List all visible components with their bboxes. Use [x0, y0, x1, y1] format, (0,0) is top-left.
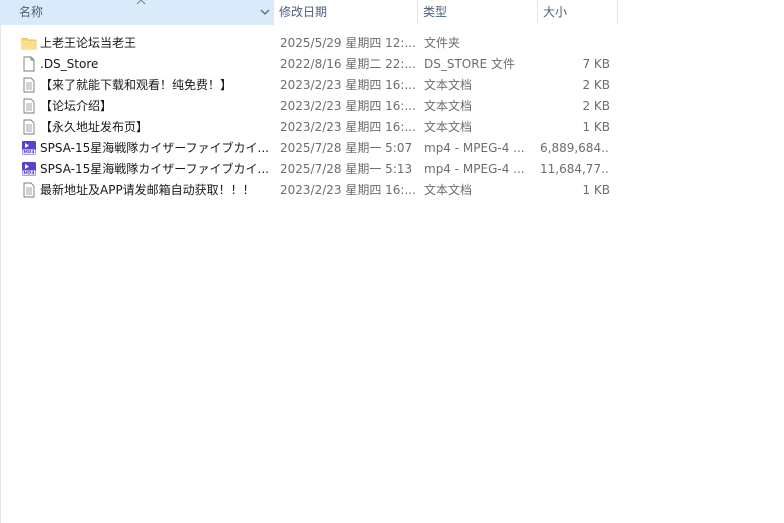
svg-text:MP4: MP4 [23, 171, 34, 177]
file-size: 2 KB [582, 78, 610, 92]
file-row[interactable]: 最新地址及APP请发邮箱自动获取！！！ 2023/2/23 星期四 16:...… [0, 180, 784, 201]
file-name: .DS_Store [40, 57, 99, 71]
file-size: 2 KB [582, 99, 610, 113]
file-name: 最新地址及APP请发邮箱自动获取！！！ [40, 183, 255, 197]
file-name: SPSA-15星海戦隊カイザーファイブカイ... [40, 162, 269, 176]
file-size: 1 KB [582, 120, 610, 134]
sort-ascending-icon [136, 0, 146, 5]
file-date: 2023/2/23 星期四 16:... [280, 99, 415, 113]
file-date: 2023/2/23 星期四 16:... [280, 120, 415, 134]
file-type: 文本文档 [424, 183, 473, 197]
file-date: 2025/5/29 星期四 12:... [280, 36, 415, 50]
file-size: 11,684,77... [540, 162, 610, 176]
file-type: 文本文档 [424, 120, 473, 134]
file-name: 【论坛介绍】 [40, 99, 113, 113]
file-type: 文件夹 [424, 36, 461, 50]
file-date: 2023/2/23 星期四 16:... [280, 78, 415, 92]
file-date: 2025/7/28 星期一 5:13 [280, 162, 413, 176]
svg-text:MP4: MP4 [23, 150, 34, 156]
file-row[interactable]: 【论坛介绍】 2023/2/23 星期四 16:... 文本文档 2 KB [0, 96, 784, 117]
column-header-bar: 名称 修改日期 类型 大小 [0, 0, 784, 25]
column-header-date-label: 修改日期 [279, 5, 328, 19]
file-date: 2025/7/28 星期一 5:07 [280, 141, 413, 155]
column-header-name-label: 名称 [19, 5, 44, 19]
column-header-type[interactable]: 类型 [418, 0, 538, 25]
mp4-file-icon: MP4 [22, 141, 36, 156]
file-row[interactable]: .DS_Store 2022/8/16 星期二 22:... DS_STORE … [0, 54, 784, 75]
chevron-down-icon[interactable] [259, 6, 271, 18]
column-header-name[interactable]: 名称 [0, 0, 274, 25]
folder-icon [21, 38, 37, 50]
blank-file-icon [23, 56, 35, 72]
file-date: 2023/2/23 星期四 16:... [280, 183, 415, 197]
mp4-file-icon: MP4 [22, 162, 36, 177]
file-type: mp4 - MPEG-4 ... [424, 162, 525, 176]
file-row[interactable]: 【永久地址发布页】 2023/2/23 星期四 16:... 文本文档 1 KB [0, 117, 784, 138]
file-type: 文本文档 [424, 78, 473, 92]
file-type: mp4 - MPEG-4 ... [424, 141, 525, 155]
file-list: 上老王论坛当老王 2025/5/29 星期四 12:... 文件夹 .DS_St… [0, 33, 784, 201]
file-size: 1 KB [582, 183, 610, 197]
file-name: 上老王论坛当老王 [40, 36, 137, 50]
text-file-icon [23, 182, 35, 198]
file-type: DS_STORE 文件 [424, 57, 515, 71]
text-file-icon [23, 119, 35, 135]
file-size: 7 KB [582, 57, 610, 71]
file-row[interactable]: MP4 SPSA-15星海戦隊カイザーファイブカイ... 2025/7/28 星… [0, 138, 784, 159]
file-type: 文本文档 [424, 99, 473, 113]
column-header-size-label: 大小 [543, 5, 568, 19]
file-row[interactable]: 【来了就能下载和观看！纯免费！】 2023/2/23 星期四 16:... 文本… [0, 75, 784, 96]
file-date: 2022/8/16 星期二 22:... [280, 57, 415, 71]
file-name: 【永久地址发布页】 [40, 120, 149, 134]
column-header-date[interactable]: 修改日期 [274, 0, 418, 25]
file-size: 6,889,684... [540, 141, 610, 155]
text-file-icon [23, 98, 35, 114]
column-header-size[interactable]: 大小 [538, 0, 618, 25]
file-row[interactable]: 上老王论坛当老王 2025/5/29 星期四 12:... 文件夹 [0, 33, 784, 54]
file-row[interactable]: MP4 SPSA-15星海戦隊カイザーファイブカイ... 2025/7/28 星… [0, 159, 784, 180]
column-header-type-label: 类型 [423, 5, 448, 19]
file-name: SPSA-15星海戦隊カイザーファイブカイ... [40, 141, 269, 155]
text-file-icon [23, 77, 35, 93]
file-name: 【来了就能下载和观看！纯免费！】 [40, 78, 233, 92]
